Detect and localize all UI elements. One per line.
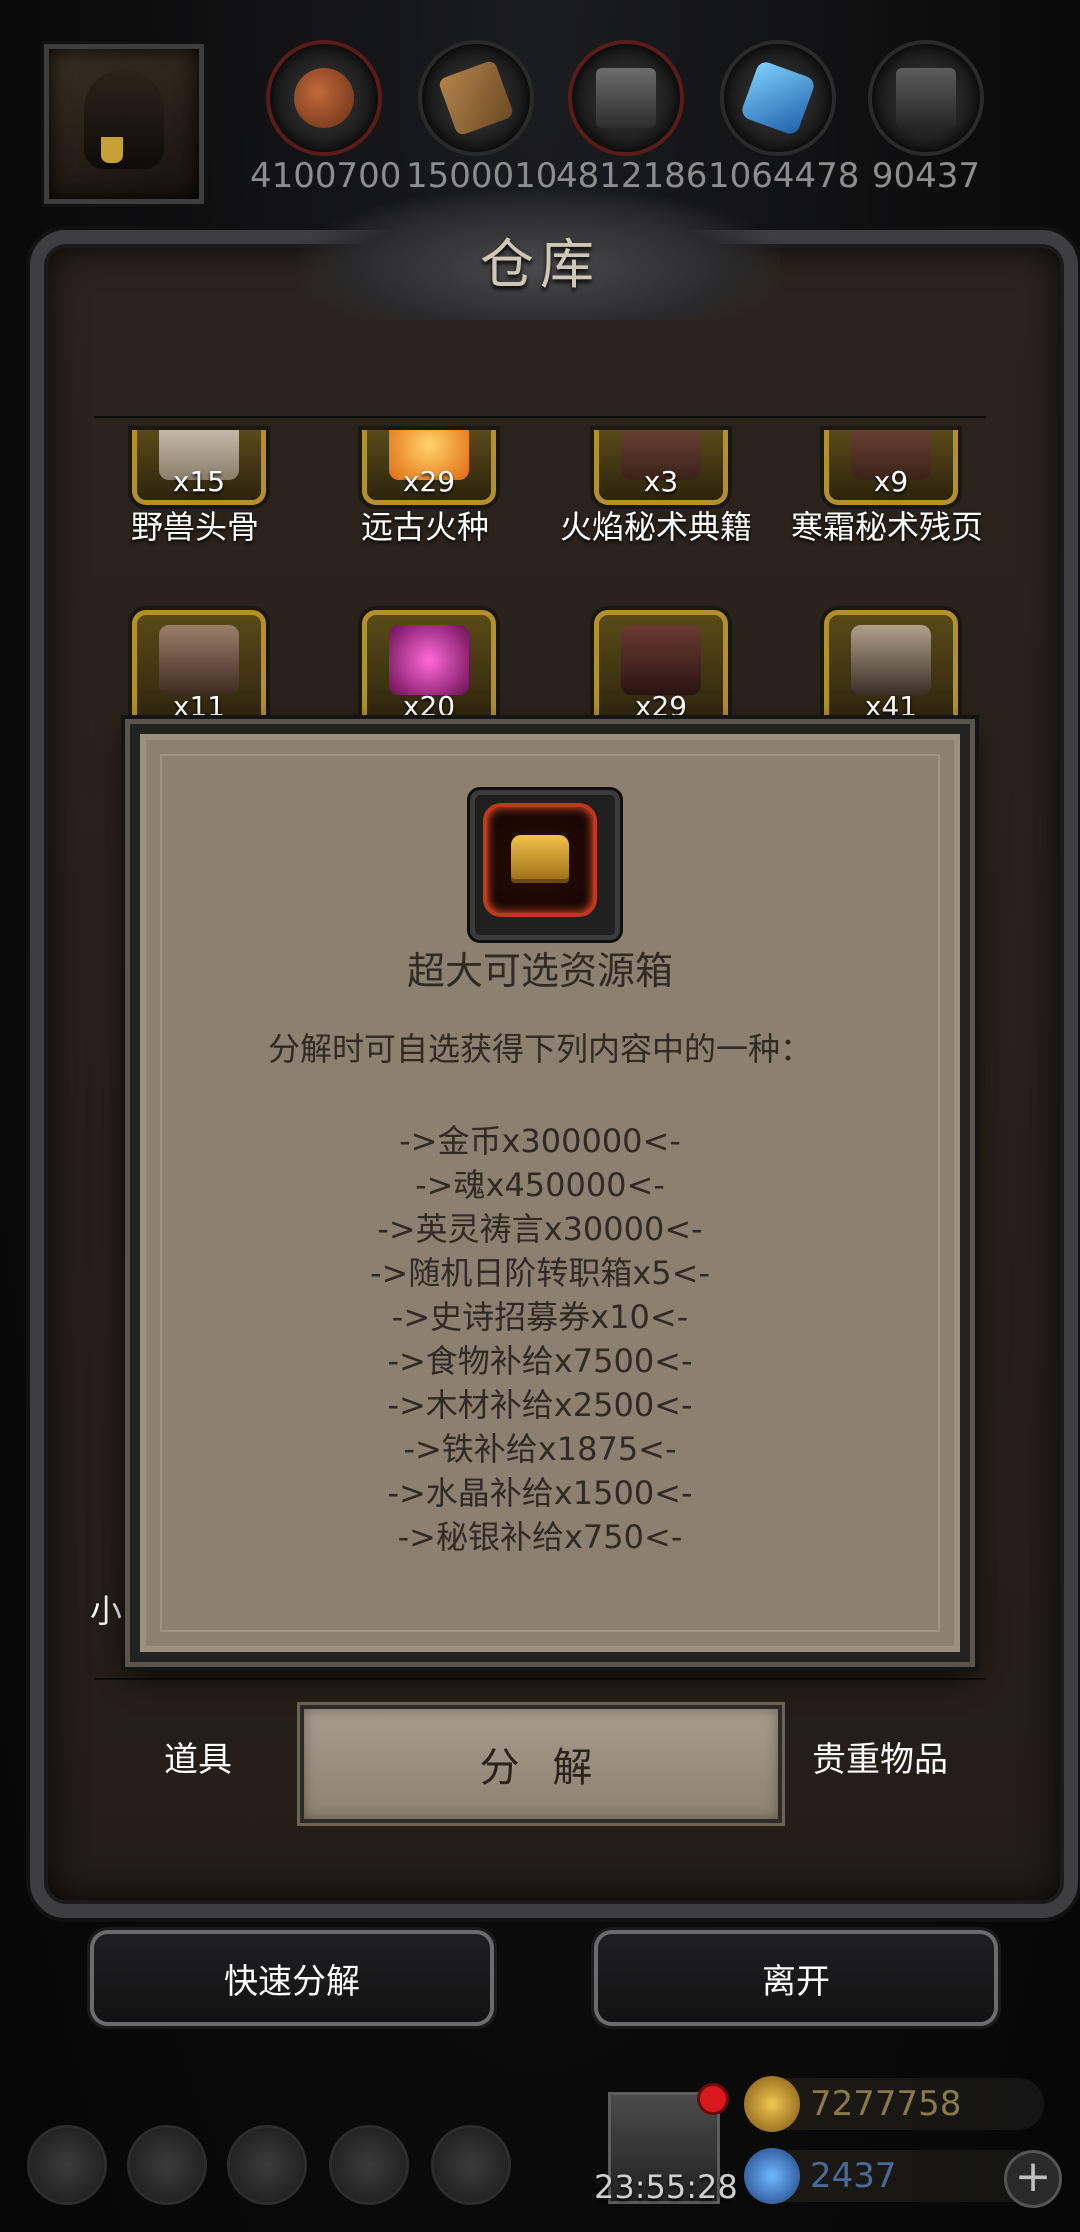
wood-resource-icon[interactable] <box>422 44 530 152</box>
tab-valuables[interactable]: 贵重物品 <box>800 1732 960 1781</box>
notification-dot <box>697 2083 729 2115</box>
reward-option: ->魂x450000<- <box>415 1166 665 1204</box>
item-count: x20 <box>402 690 456 723</box>
dialog-description: 分解时可自选获得下列内容中的一种： <box>267 1030 812 1068</box>
reward-option: ->秘银补给x750<- <box>397 1518 683 1556</box>
mithril-resource-icon[interactable] <box>872 44 980 152</box>
mail-icon[interactable] <box>332 2128 406 2202</box>
item-slot-figure[interactable]: x41 <box>824 610 958 730</box>
warehouse-title: 仓库 <box>480 233 600 296</box>
food-resource-icon[interactable] <box>270 44 378 152</box>
item-slot-ancient-flame[interactable]: x29 <box>362 430 496 505</box>
reward-option: ->金币x300000<- <box>399 1122 681 1160</box>
reward-option: ->水晶补给x1500<- <box>387 1474 693 1512</box>
item-count: x15 <box>172 465 226 498</box>
crystal-resource-icon[interactable] <box>724 44 832 152</box>
crate-icon <box>621 625 701 695</box>
mithril-resource-value: 90437 <box>871 156 981 196</box>
item-slot-crate[interactable]: x29 <box>594 610 728 730</box>
divider-top <box>94 416 986 418</box>
item-count: x29 <box>634 690 688 723</box>
settings-icon[interactable] <box>30 2128 104 2202</box>
tab-items[interactable]: 道具 <box>118 1732 278 1781</box>
item-count: x11 <box>172 690 226 723</box>
dialog-title: 超大可选资源箱 <box>406 949 673 993</box>
gift-timer: 23:55:28 <box>594 2168 738 2206</box>
item-count: x29 <box>402 465 456 498</box>
gold-coin-icon <box>744 2076 800 2132</box>
reward-option: ->铁补给x1875<- <box>403 1430 677 1468</box>
quick-decompose-button[interactable]: 快速分解 <box>90 1930 494 2026</box>
hero-avatar[interactable] <box>44 44 204 204</box>
peek-text-left: 小 <box>90 1592 123 1630</box>
item-count: x3 <box>643 465 679 498</box>
reward-option: ->木材补给x2500<- <box>387 1386 693 1424</box>
trophy-icon <box>101 137 123 163</box>
item-slot-claw[interactable]: x11 <box>132 610 266 730</box>
figure-icon <box>851 625 931 695</box>
item-label: 寒霜秘术残页 <box>790 508 983 546</box>
reward-option: ->史诗招募券x10<- <box>391 1298 689 1336</box>
shrine-icon[interactable] <box>230 2128 304 2202</box>
item-label: 火焰秘术典籍 <box>559 508 752 546</box>
hooded-hero-icon <box>84 69 164 169</box>
decompose-button[interactable]: 分 解 <box>300 1705 782 1823</box>
item-icon-frame <box>470 790 620 940</box>
star-icon[interactable] <box>130 2128 204 2202</box>
claw-icon <box>159 625 239 695</box>
gold-value: 7277758 <box>810 2084 962 2124</box>
iron-resource-icon[interactable] <box>572 44 680 152</box>
handshake-icon[interactable] <box>434 2128 508 2202</box>
item-count: x9 <box>873 465 909 498</box>
add-currency-button[interactable]: + <box>1004 2150 1062 2208</box>
item-slot-pink-crystal[interactable]: x20 <box>362 610 496 730</box>
pink-crystal-icon <box>389 625 469 695</box>
item-label: 野兽头骨 <box>130 508 259 546</box>
divider-bottom <box>94 1678 986 1680</box>
item-slot-frost-page[interactable]: x9 <box>824 430 958 505</box>
gem-value: 2437 <box>810 2156 897 2196</box>
leave-button[interactable]: 离开 <box>594 1930 998 2026</box>
gem-icon <box>744 2148 800 2204</box>
item-count: x41 <box>864 690 918 723</box>
reward-option: ->食物补给x7500<- <box>387 1342 693 1380</box>
treasure-chest-icon <box>487 807 593 913</box>
item-slot-flame-tome[interactable]: x3 <box>594 430 728 505</box>
reward-option: ->随机日阶转职箱x5<- <box>369 1254 711 1292</box>
item-slot-beast-skull[interactable]: x15 <box>132 430 266 505</box>
reward-option: ->英灵祷言x30000<- <box>377 1210 703 1248</box>
item-label: 远古火种 <box>360 508 489 546</box>
